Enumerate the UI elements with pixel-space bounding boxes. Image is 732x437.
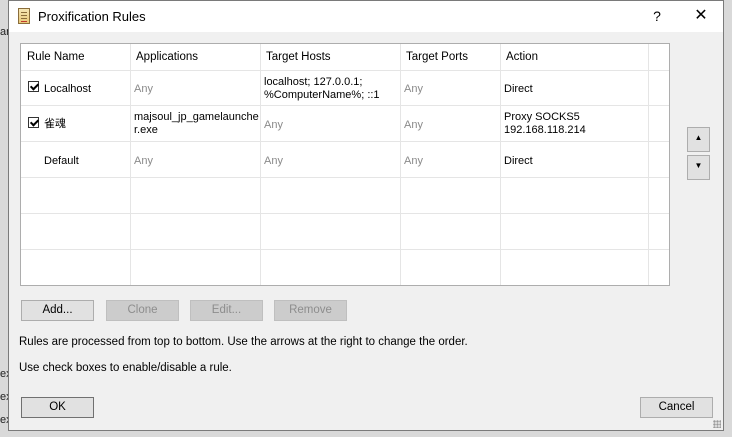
window-title: Proxification Rules: [38, 9, 146, 24]
rule-hosts: localhost; 127.0.0.1;: [264, 76, 363, 88]
checkbox-checked-icon[interactable]: [28, 117, 39, 128]
title-bar: Proxification Rules ? ✕: [9, 1, 723, 32]
remove-button[interactable]: Remove: [274, 300, 347, 321]
cancel-button[interactable]: Cancel: [640, 397, 713, 418]
arrow-up-icon: ▲: [694, 133, 703, 142]
rules-doc-icon: [18, 8, 30, 24]
move-down-button[interactable]: ▼: [687, 155, 710, 180]
proxification-rules-dialog: Proxification Rules ? ✕ Rule Name Applic…: [8, 0, 724, 431]
rule-applications: Any: [134, 155, 153, 167]
rule-hosts: Any: [264, 155, 283, 167]
arrow-down-icon: ▼: [694, 161, 703, 170]
column-header-applications[interactable]: Applications: [136, 51, 198, 63]
column-header-target-hosts[interactable]: Target Hosts: [266, 51, 331, 63]
help-button[interactable]: ?: [645, 5, 669, 27]
column-header-action[interactable]: Action: [506, 51, 538, 63]
resize-grip-icon[interactable]: [713, 420, 721, 428]
rule-action: Direct: [504, 83, 533, 95]
rules-table[interactable]: Rule Name Applications Target Hosts Targ…: [20, 43, 670, 286]
rule-hosts: %ComputerName%; ::1: [264, 89, 380, 101]
rule-ports: Any: [404, 155, 423, 167]
info-text-order: Rules are processed from top to bottom. …: [19, 336, 468, 348]
rule-name: Localhost: [44, 83, 92, 95]
rule-action: 192.168.118.214: [504, 124, 586, 136]
rule-name: 雀魂: [44, 118, 66, 130]
add-button[interactable]: Add...: [21, 300, 94, 321]
rule-action: Proxy SOCKS5: [504, 111, 580, 123]
move-up-button[interactable]: ▲: [687, 127, 710, 152]
edit-button[interactable]: Edit...: [190, 300, 263, 321]
clone-button[interactable]: Clone: [106, 300, 179, 321]
rule-applications: r.exe: [134, 124, 158, 136]
rule-ports: Any: [404, 119, 423, 131]
rule-action: Direct: [504, 155, 533, 167]
rule-applications: majsoul_jp_gamelaunche: [134, 111, 259, 123]
column-header-target-ports[interactable]: Target Ports: [406, 51, 468, 63]
info-text-checkboxes: Use check boxes to enable/disable a rule…: [19, 362, 232, 374]
rule-applications: Any: [134, 83, 153, 95]
close-button[interactable]: ✕: [689, 5, 713, 27]
rule-hosts: Any: [264, 119, 283, 131]
rule-ports: Any: [404, 83, 423, 95]
ok-button[interactable]: OK: [21, 397, 94, 418]
column-header-rule-name[interactable]: Rule Name: [27, 51, 85, 63]
rule-name: Default: [44, 155, 79, 167]
checkbox-checked-icon[interactable]: [28, 81, 39, 92]
